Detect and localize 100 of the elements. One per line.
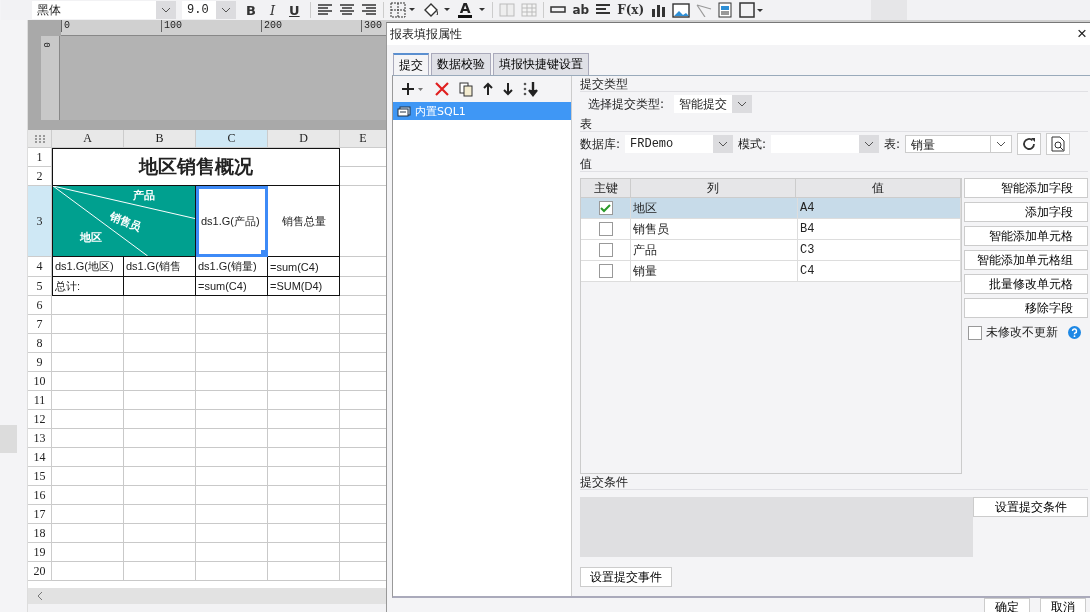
grid-cell[interactable]	[268, 315, 340, 334]
table-row[interactable]: 销量 C4	[581, 261, 961, 282]
row-header[interactable]: 3	[28, 186, 52, 257]
action-button[interactable]: 智能添加单元格组	[964, 250, 1088, 270]
schema-select[interactable]	[771, 135, 880, 153]
add-icon[interactable]	[401, 82, 425, 96]
sheet-cell[interactable]: ds1.G(地区)	[52, 257, 124, 277]
grid-icon[interactable]	[521, 3, 538, 17]
column-header[interactable]: E	[340, 130, 387, 148]
grid-cell[interactable]	[268, 467, 340, 486]
document-icon[interactable]	[718, 2, 733, 18]
grid-cell[interactable]	[124, 410, 196, 429]
grid-cell[interactable]	[268, 562, 340, 581]
grid-cell[interactable]	[196, 562, 268, 581]
sheet-cell[interactable]: =sum(C4)	[268, 257, 340, 277]
row-header[interactable]: 13	[28, 429, 52, 448]
checkbox[interactable]	[968, 325, 982, 340]
grid-cell[interactable]	[52, 543, 124, 562]
align-icon[interactable]	[338, 3, 355, 17]
column-header[interactable]: A	[52, 130, 124, 148]
grid-cell[interactable]	[196, 315, 268, 334]
text-field-icon[interactable]	[550, 6, 567, 14]
sheet-cell[interactable]: =sum(C4)	[196, 277, 268, 296]
row-header[interactable]: 2	[28, 167, 52, 186]
frame-icon[interactable]	[738, 1, 765, 19]
grid-cell[interactable]	[52, 429, 124, 448]
grid-cell[interactable]	[268, 391, 340, 410]
grid-cell[interactable]	[52, 372, 124, 391]
format-button[interactable]: U	[285, 1, 304, 19]
grid-cell[interactable]	[196, 543, 268, 562]
border-icon[interactable]	[389, 2, 416, 18]
action-button[interactable]: 智能添加字段	[964, 178, 1088, 198]
action-button[interactable]: 批量修改单元格	[964, 274, 1088, 294]
dialog-button[interactable]: 确定	[984, 598, 1030, 612]
image-icon[interactable]	[672, 2, 691, 18]
copy-icon[interactable]	[459, 81, 473, 97]
grid-cell[interactable]	[196, 410, 268, 429]
grid-cell[interactable]	[196, 353, 268, 372]
sort-icon[interactable]	[523, 81, 539, 97]
row-header[interactable]: 9	[28, 353, 52, 372]
grid-cell[interactable]	[268, 448, 340, 467]
grid-cell[interactable]	[124, 505, 196, 524]
preview-button[interactable]	[1046, 133, 1071, 155]
row-header[interactable]: 7	[28, 315, 52, 334]
action-button[interactable]: 移除字段	[964, 298, 1088, 318]
grid-cell[interactable]	[124, 391, 196, 410]
submit-type-select[interactable]: 智能提交	[674, 95, 753, 113]
action-button[interactable]: 智能添加单元格	[964, 226, 1088, 246]
grid-cell[interactable]	[52, 353, 124, 372]
grid-cell[interactable]	[52, 524, 124, 543]
grid-cell[interactable]	[124, 486, 196, 505]
grid-cell[interactable]	[196, 505, 268, 524]
grid-cell[interactable]	[268, 524, 340, 543]
help-icon[interactable]	[1068, 326, 1081, 339]
sheet-cell[interactable]: 总计:	[52, 277, 124, 296]
sheet-cell[interactable]: ds1.G(产品)	[196, 186, 268, 257]
delete-icon[interactable]	[435, 82, 449, 96]
format-button[interactable]: I	[265, 1, 280, 19]
grid-cell[interactable]	[268, 334, 340, 353]
table-row[interactable]: 销售员 B4	[581, 219, 961, 240]
grid-cell[interactable]	[124, 429, 196, 448]
database-select[interactable]: FRDemo	[625, 135, 734, 153]
grid-cell[interactable]	[124, 353, 196, 372]
slash-icon[interactable]	[696, 3, 713, 17]
grid-cell[interactable]	[52, 410, 124, 429]
grid-cell[interactable]	[268, 543, 340, 562]
grid-cell[interactable]	[196, 486, 268, 505]
row-header[interactable]: 6	[28, 296, 52, 315]
column-header[interactable]: B	[124, 130, 196, 148]
grid-cell[interactable]	[124, 448, 196, 467]
grid-cell[interactable]	[196, 391, 268, 410]
row-header[interactable]: 8	[28, 334, 52, 353]
grid-cell[interactable]	[124, 334, 196, 353]
grid-cell[interactable]	[124, 372, 196, 391]
grid-cell[interactable]	[268, 353, 340, 372]
column-header[interactable]: 主键	[581, 179, 631, 197]
side-tool-icon[interactable]	[0, 425, 17, 453]
align-icon[interactable]	[316, 3, 333, 17]
sheet-cell[interactable]: ds1.G(销售	[124, 257, 196, 277]
row-header[interactable]: 10	[28, 372, 52, 391]
formula-tool[interactable]: F(x)	[617, 3, 645, 17]
row-header[interactable]: 18	[28, 524, 52, 543]
sheet-cell[interactable]: 销售总量	[268, 186, 340, 257]
set-event-button[interactable]: 设置提交事件	[580, 567, 672, 587]
row-header[interactable]: 15	[28, 467, 52, 486]
font-select[interactable]: 黑体	[32, 1, 176, 19]
checkbox[interactable]	[598, 264, 613, 278]
row-header[interactable]: 12	[28, 410, 52, 429]
grid-cell[interactable]	[52, 562, 124, 581]
table-select[interactable]: 销量	[905, 135, 1013, 153]
checkbox[interactable]	[598, 201, 613, 215]
grid-cell[interactable]	[52, 448, 124, 467]
table-row[interactable]: 产品 C3	[581, 240, 961, 261]
grid-cell[interactable]	[268, 372, 340, 391]
arrow-up-icon[interactable]	[483, 82, 493, 96]
row-header[interactable]: 20	[28, 562, 52, 581]
grid-cell[interactable]	[196, 372, 268, 391]
paragraph-icon[interactable]	[595, 3, 612, 17]
column-header[interactable]: C	[196, 130, 268, 148]
grid-cell[interactable]	[124, 467, 196, 486]
